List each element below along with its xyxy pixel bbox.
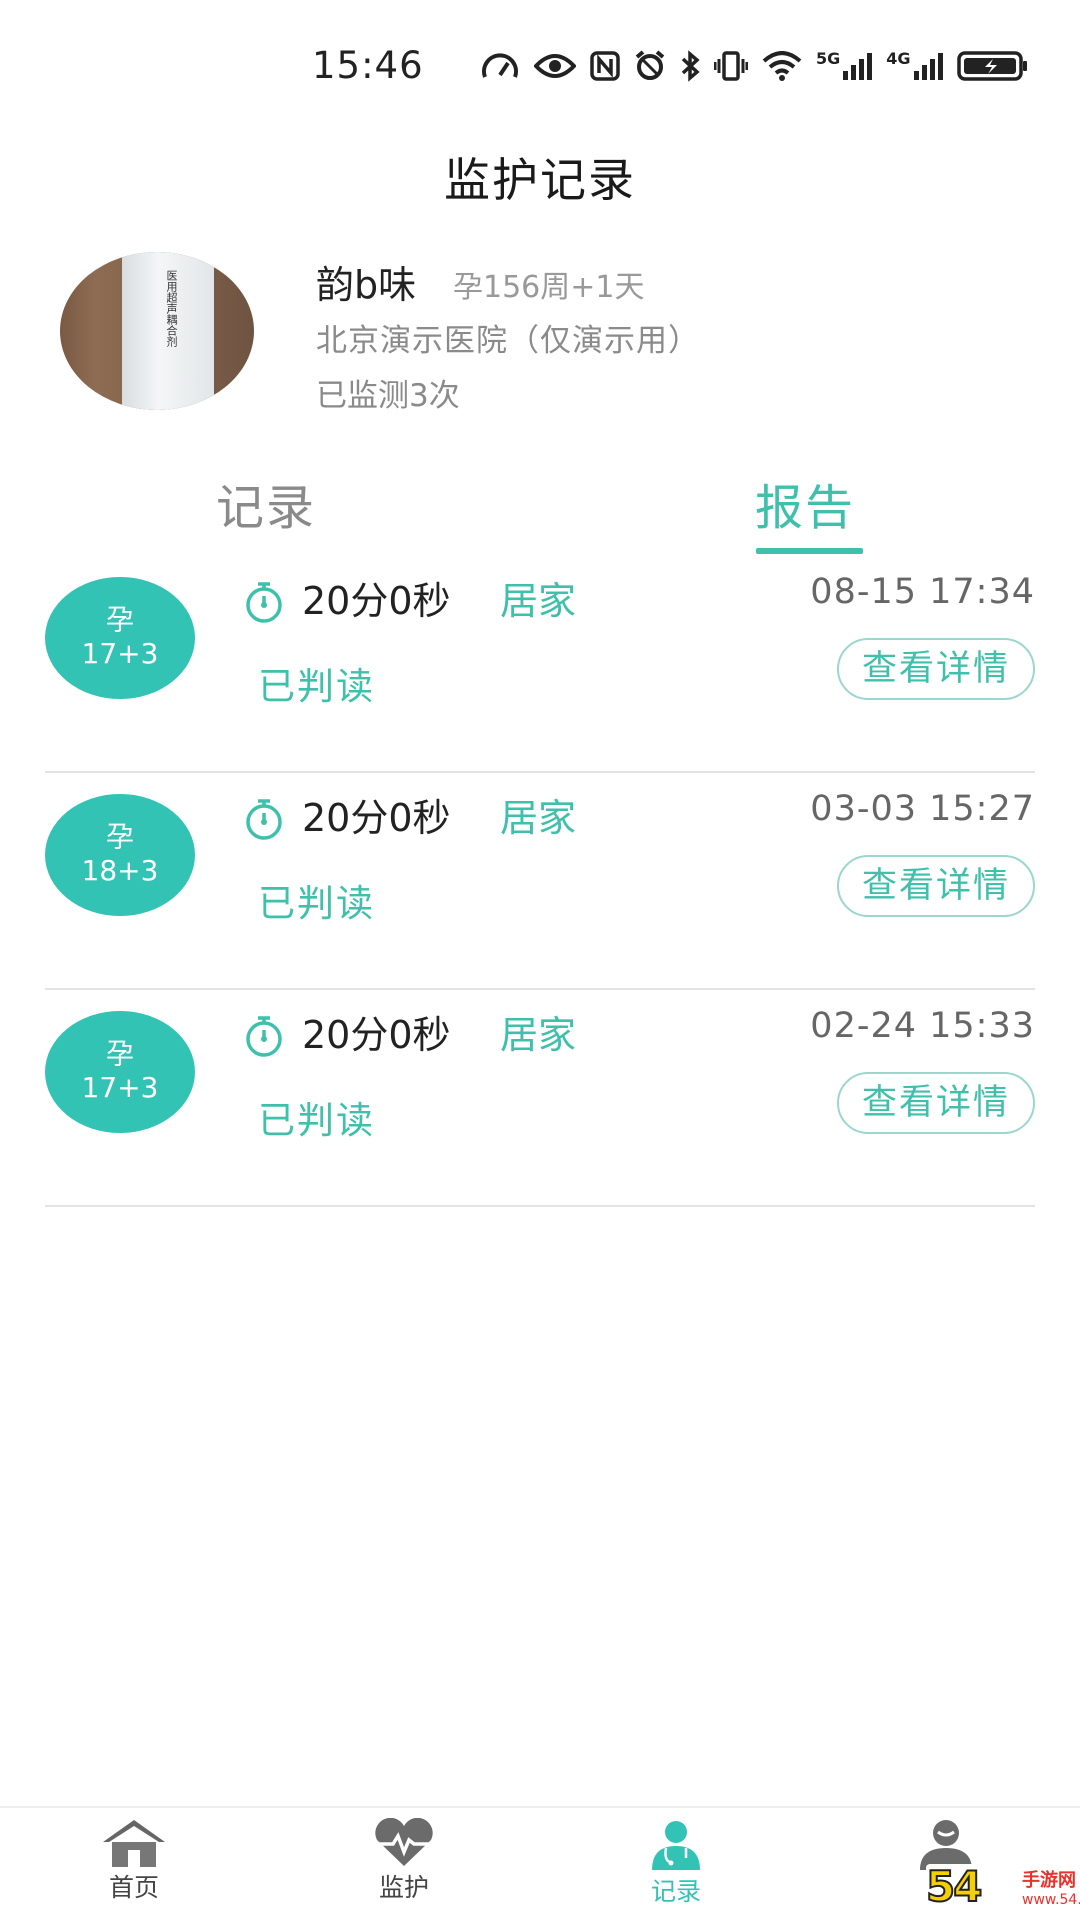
record-status: 已判读 — [258, 1099, 375, 1142]
bluetooth-icon — [681, 50, 700, 82]
active-tab-indicator — [756, 548, 863, 554]
watermark-brand: 手游网 — [1022, 1870, 1076, 1891]
wifi-icon — [762, 51, 802, 81]
list-item: 孕 17+3 20分0秒 居家 02-24 15:33 已判读 查看详情 — [0, 990, 1080, 1207]
watermark-number: 54 — [925, 1861, 983, 1912]
gestation-badge: 孕 17+3 — [45, 1011, 195, 1133]
view-details-button[interactable]: 查看详情 — [837, 1072, 1035, 1134]
record-location: 居家 — [500, 1013, 577, 1057]
badge-weeks: 17+3 — [81, 637, 159, 670]
gestation-badge: 孕 18+3 — [45, 794, 195, 916]
network-4g-label: 4G — [886, 49, 911, 68]
vibrate-icon — [714, 51, 748, 81]
network-5g-label: 5G — [816, 49, 841, 68]
record-datetime: 02-24 15:33 — [810, 1006, 1035, 1046]
bottom-nav: 首页 监护 记录 我 — [0, 1806, 1080, 1920]
nav-label-monitor: 监护 — [378, 1873, 429, 1902]
stopwatch-icon — [246, 582, 282, 623]
profile-monitor-count: 已监测3次 — [316, 378, 460, 414]
avatar-photo-text: 医用超声耦合剂 — [165, 270, 178, 347]
tab-reports[interactable]: 报告 — [755, 468, 855, 538]
list-item: 孕 17+3 20分0秒 居家 08-15 17:34 已判读 查看详情 — [0, 556, 1080, 773]
view-details-button[interactable]: 查看详情 — [837, 638, 1035, 700]
signal-4g-icon: 4G — [886, 49, 943, 81]
avatar[interactable]: 医用超声耦合剂 — [60, 252, 254, 410]
record-datetime: 03-03 15:27 — [810, 789, 1035, 829]
gestation-badge: 孕 17+3 — [45, 577, 195, 699]
badge-weeks: 18+3 — [81, 854, 159, 887]
eye-icon — [534, 54, 576, 78]
record-location: 居家 — [500, 796, 577, 840]
status-time: 15:46 — [312, 44, 424, 87]
alarm-icon — [635, 50, 665, 80]
record-status: 已判读 — [258, 882, 375, 925]
watermark-url: www.54.cn — [1022, 1892, 1080, 1908]
speedometer-icon — [482, 53, 518, 78]
profile-hospital: 北京演示医院（仅演示用） — [316, 323, 700, 359]
badge-label: 孕 — [105, 820, 134, 853]
tab-records[interactable]: 记录 — [216, 468, 316, 538]
nav-item-monitor[interactable]: 监护 — [334, 1808, 474, 1904]
record-status: 已判读 — [258, 665, 375, 708]
record-duration: 20分0秒 — [302, 1013, 451, 1057]
status-icons: 5G 4G — [480, 46, 1029, 86]
profile-name: 韵b味 — [316, 263, 417, 307]
badge-weeks: 17+3 — [81, 1071, 159, 1104]
home-icon — [103, 1820, 165, 1867]
nav-item-records[interactable]: 记录 — [606, 1808, 746, 1908]
heart-pulse-icon — [375, 1818, 433, 1866]
view-details-button[interactable]: 查看详情 — [837, 855, 1035, 917]
battery-charging-icon — [956, 51, 1027, 81]
record-datetime: 08-15 17:34 — [810, 572, 1035, 612]
record-duration: 20分0秒 — [302, 796, 451, 840]
signal-5g-icon: 5G — [816, 49, 873, 81]
stopwatch-icon — [246, 799, 282, 840]
doctor-icon — [652, 1821, 700, 1870]
profile-pregnancy-week: 孕156周+1天 — [453, 270, 645, 305]
record-location: 居家 — [500, 579, 577, 623]
badge-label: 孕 — [105, 1037, 134, 1070]
divider — [45, 1205, 1035, 1207]
watermark-logo: 54 手游网 www.54.cn — [925, 1861, 1080, 1916]
nfc-icon — [590, 51, 620, 81]
badge-label: 孕 — [105, 603, 134, 636]
record-duration: 20分0秒 — [302, 579, 451, 623]
nav-label-records: 记录 — [650, 1877, 701, 1906]
status-bar: 15:46 5G 4G — [0, 0, 1080, 130]
list-item: 孕 18+3 20分0秒 居家 03-03 15:27 已判读 查看详情 — [0, 773, 1080, 990]
nav-label-home: 首页 — [108, 1873, 159, 1902]
page-title: 监护记录 — [444, 153, 636, 207]
nav-item-home[interactable]: 首页 — [64, 1808, 204, 1904]
stopwatch-icon — [246, 1016, 282, 1057]
